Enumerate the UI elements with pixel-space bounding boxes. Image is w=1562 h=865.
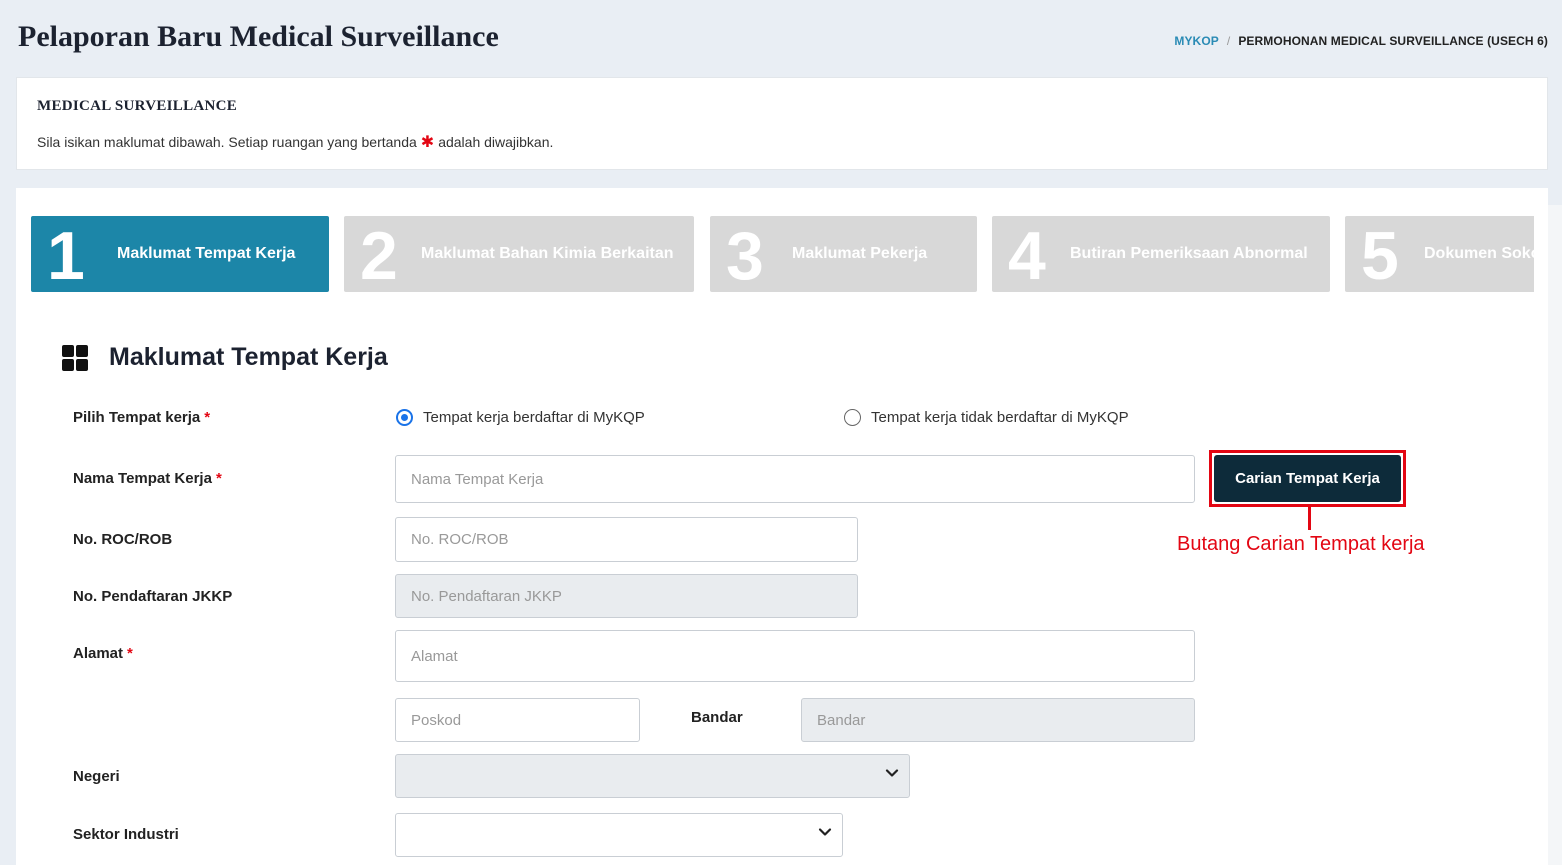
jkkp-label: No. Pendaftaran JKKP [73,588,233,605]
label-text: Pilih Tempat kerja [73,409,201,426]
roc-input[interactable] [395,517,858,562]
chevron-down-icon [885,769,899,777]
step-label: Butiran Pemeriksaan Abnormal [1070,245,1308,262]
required-star-icon: ✱ [420,134,435,151]
alamat-input[interactable] [395,630,1195,682]
info-text-after: adalah diwajibkan. [438,134,554,150]
step-1[interactable]: 1 Maklumat Tempat Kerja [31,216,329,292]
sektor-industri-select[interactable] [395,813,843,857]
step-number: 4 [1008,218,1046,292]
step-5[interactable]: 5 Dokumen Sokongan [1345,216,1534,292]
negeri-select[interactable] [395,754,910,798]
info-title: MEDICAL SURVEILLANCE [37,98,238,114]
info-text: Sila isikan maklumat dibawah. Setiap rua… [37,132,553,152]
callout-line [1308,507,1311,530]
section-title: Maklumat Tempat Kerja [109,343,388,371]
alamat-label: Alamat * [73,645,133,662]
step-2[interactable]: 2 Maklumat Bahan Kimia Berkaitan [344,216,694,292]
bandar-input[interactable] [801,698,1195,742]
roc-label: No. ROC/ROB [73,531,173,548]
page-scrollbar[interactable] [1548,205,1562,865]
chevron-down-icon [818,828,832,836]
step-label: Maklumat Pekerja [792,245,928,262]
step-4[interactable]: 4 Butiran Pemeriksaan Abnormal [992,216,1330,292]
info-text-before: Sila isikan maklumat dibawah. Setiap rua… [37,134,417,150]
carian-tempat-kerja-button[interactable]: Carian Tempat Kerja [1214,455,1401,502]
breadcrumb: MYKOP / PERMOHONAN MEDICAL SURVEILLANCE (U… [1174,34,1548,48]
bandar-label: Bandar [691,709,743,726]
radio-unregistered[interactable] [844,409,861,426]
jkkp-input[interactable] [395,574,858,618]
step-label: Dokumen Sokongan [1424,245,1534,262]
required-mark: * [127,645,133,662]
breadcrumb-current: PERMOHONAN MEDICAL SURVEILLANCE (USECH 6… [1238,34,1548,48]
form-card: 1 Maklumat Tempat Kerja 2 Maklumat Bahan… [16,188,1548,865]
sektor-industri-label: Sektor Industri [73,826,179,843]
grid-icon [62,345,88,371]
nama-tempat-kerja-label: Nama Tempat Kerja * [73,470,222,487]
negeri-label: Negeri [73,768,120,785]
poskod-input[interactable] [395,698,640,742]
callout-label: Butang Carian Tempat kerja [1177,533,1425,555]
required-mark: * [204,409,211,426]
info-card: MEDICAL SURVEILLANCE Sila isikan makluma… [16,77,1548,170]
required-mark: * [215,470,222,487]
label-text: Nama Tempat Kerja [73,470,212,487]
step-label: Maklumat Tempat Kerja [117,245,296,262]
radio-registered-label[interactable]: Tempat kerja berdaftar di MyKQP [423,409,645,426]
step-number: 1 [47,218,85,292]
radio-registered[interactable] [396,409,413,426]
step-3[interactable]: 3 Maklumat Pekerja [710,216,977,292]
nama-tempat-kerja-input[interactable] [395,455,1195,503]
breadcrumb-separator: / [1226,34,1231,48]
step-number: 3 [726,218,764,292]
wizard-steps: 1 Maklumat Tempat Kerja 2 Maklumat Bahan… [31,216,1534,292]
page-header: Pelaporan Baru Medical Surveillance MYKO… [0,0,1562,76]
radio-unregistered-label[interactable]: Tempat kerja tidak berdaftar di MyKQP [871,409,1129,426]
label-text: Alamat [73,645,124,662]
step-label: Maklumat Bahan Kimia Berkaitan [421,245,674,262]
pilih-tempat-kerja-label: Pilih Tempat kerja * [73,409,210,426]
step-number: 5 [1361,218,1399,292]
page-title: Pelaporan Baru Medical Surveillance [18,20,499,53]
step-number: 2 [360,218,398,292]
breadcrumb-home-link[interactable]: MYKOP [1174,34,1219,48]
